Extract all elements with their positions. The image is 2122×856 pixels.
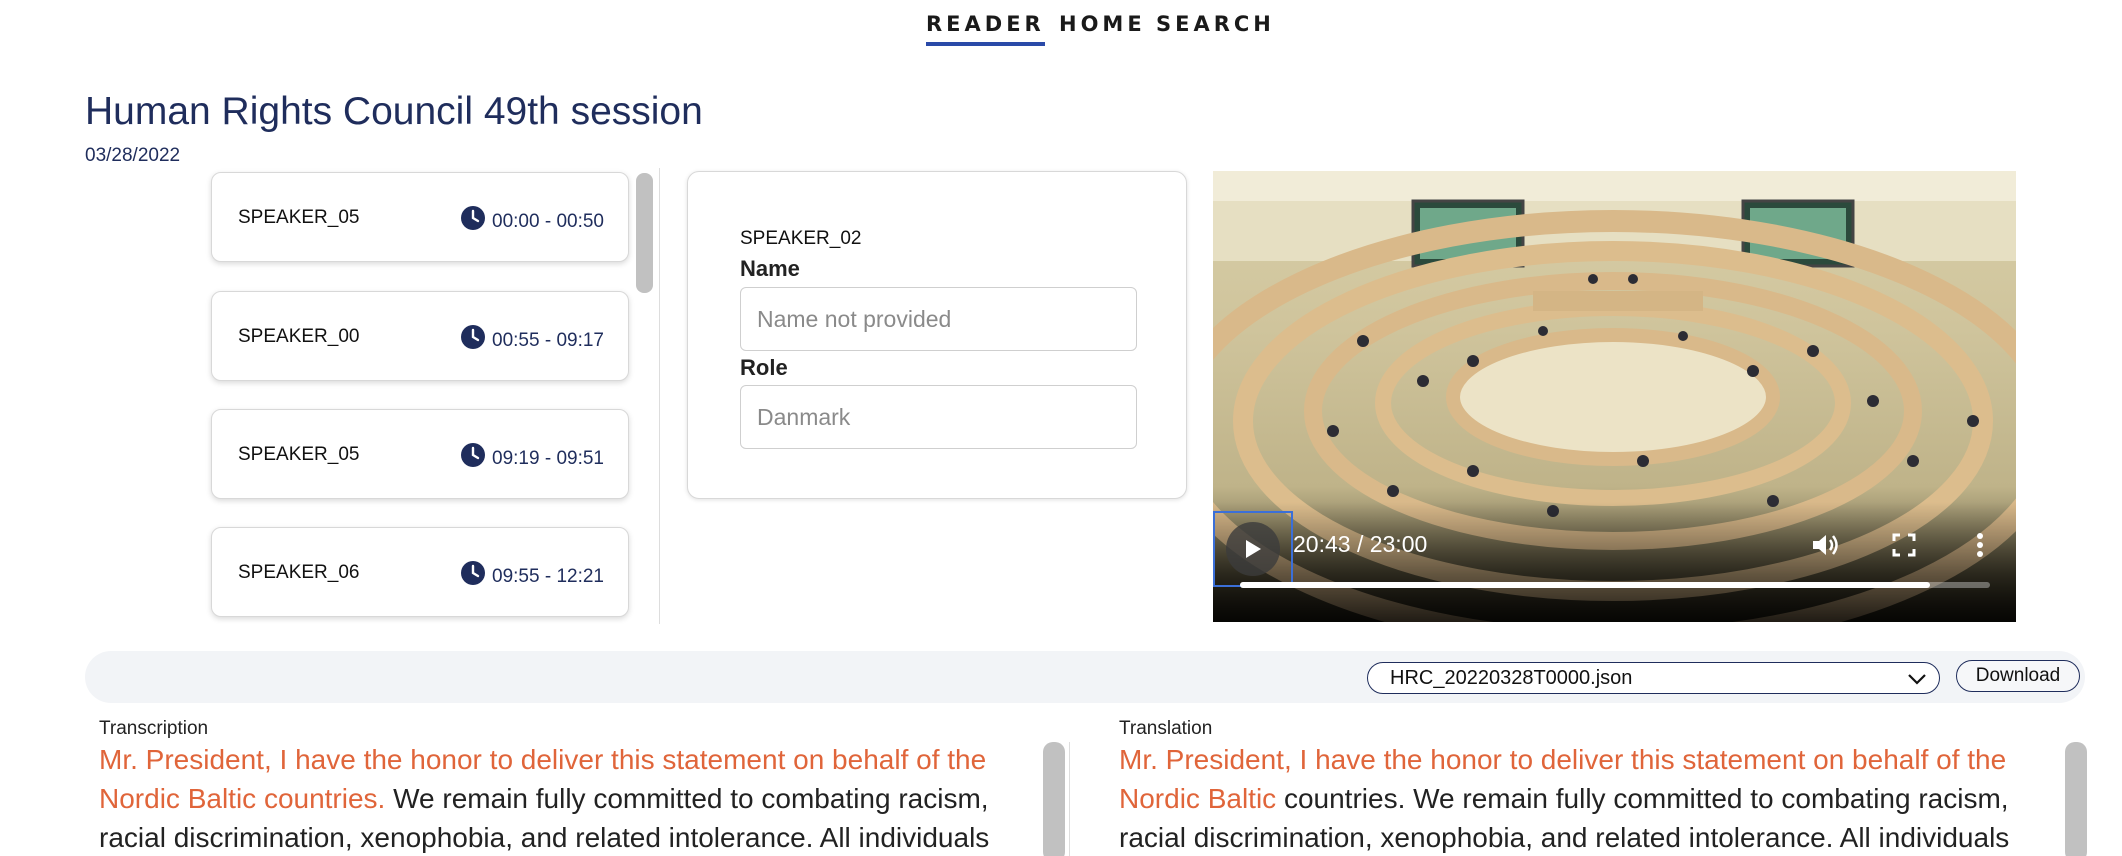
- play-icon: [1246, 540, 1261, 558]
- transcription-label: Transcription: [99, 718, 209, 739]
- speaker-name: SPEAKER_05: [238, 444, 360, 465]
- speaker-time-range: 09:55 - 12:21: [492, 566, 604, 587]
- clock-icon: [461, 443, 486, 467]
- speaker-name: SPEAKER_06: [238, 562, 360, 583]
- speaker-time: 00:55 - 09:17: [460, 325, 604, 352]
- name-field[interactable]: [740, 287, 1137, 351]
- transcription-scrollbar[interactable]: [1043, 742, 1065, 856]
- session-date: 03/28/2022: [85, 145, 181, 166]
- video-progress-fill: [1240, 582, 1930, 588]
- role-field[interactable]: [740, 385, 1137, 449]
- transcription-text: Mr. President, I have the honor to deliv…: [99, 740, 1049, 856]
- top-nav: READER HOME SEARCH: [0, 12, 2122, 52]
- more-options-icon[interactable]: [1963, 528, 1997, 562]
- speaker-time: 09:55 - 12:21: [460, 561, 604, 588]
- speaker-time: 00:00 - 00:50: [460, 206, 604, 233]
- speaker-list-scrollbar[interactable]: [636, 173, 653, 293]
- speaker-card[interactable]: SPEAKER_05 00:00 - 00:50: [211, 172, 629, 262]
- fullscreen-icon[interactable]: [1887, 528, 1921, 562]
- speaker-name: SPEAKER_00: [238, 326, 360, 347]
- name-label: Name: [740, 256, 800, 281]
- speaker-detail-panel: SPEAKER_02 Name Role: [687, 171, 1187, 499]
- chevron-down-icon: [1908, 674, 1926, 685]
- speaker-card[interactable]: SPEAKER_05 09:19 - 09:51: [211, 409, 629, 499]
- clock-icon: [461, 206, 486, 230]
- download-button[interactable]: Download: [1956, 660, 2080, 692]
- nav-home[interactable]: HOME: [1059, 12, 1146, 36]
- pane-divider: [1069, 742, 1070, 856]
- translation-label: Translation: [1119, 718, 1213, 739]
- clock-icon: [461, 561, 486, 585]
- role-label: Role: [740, 355, 788, 380]
- speaker-name: SPEAKER_05: [238, 207, 360, 228]
- speaker-time-range: 00:00 - 00:50: [492, 211, 604, 232]
- nav-reader[interactable]: READER: [926, 12, 1045, 46]
- speaker-time-range: 09:19 - 09:51: [492, 448, 604, 469]
- selected-speaker: SPEAKER_02: [740, 228, 862, 249]
- nav-search[interactable]: SEARCH: [1156, 12, 1275, 36]
- file-select-value: HRC_20220328T0000.json: [1390, 666, 1633, 689]
- speaker-list: SPEAKER_05 00:00 - 00:50 SPEAKER_00 00:5…: [205, 168, 660, 624]
- speaker-time: 09:19 - 09:51: [460, 443, 604, 470]
- volume-icon[interactable]: [1808, 528, 1842, 562]
- file-select[interactable]: HRC_20220328T0000.json: [1367, 662, 1940, 694]
- video-player[interactable]: 20:43 / 23:00: [1213, 171, 2016, 622]
- translation-scrollbar[interactable]: [2065, 742, 2087, 856]
- video-progress-bar[interactable]: [1240, 582, 1990, 588]
- video-controls: [1213, 502, 2016, 622]
- speaker-card[interactable]: SPEAKER_06 09:55 - 12:21: [211, 527, 629, 617]
- clock-icon: [461, 325, 486, 349]
- video-time: 20:43 / 23:00: [1293, 531, 1428, 557]
- speaker-time-range: 00:55 - 09:17: [492, 330, 604, 351]
- translation-text: Mr. President, I have the honor to deliv…: [1119, 740, 2069, 856]
- speaker-card[interactable]: SPEAKER_00 00:55 - 09:17: [211, 291, 629, 381]
- page-title: Human Rights Council 49th session: [85, 90, 703, 133]
- play-button[interactable]: [1213, 511, 1293, 587]
